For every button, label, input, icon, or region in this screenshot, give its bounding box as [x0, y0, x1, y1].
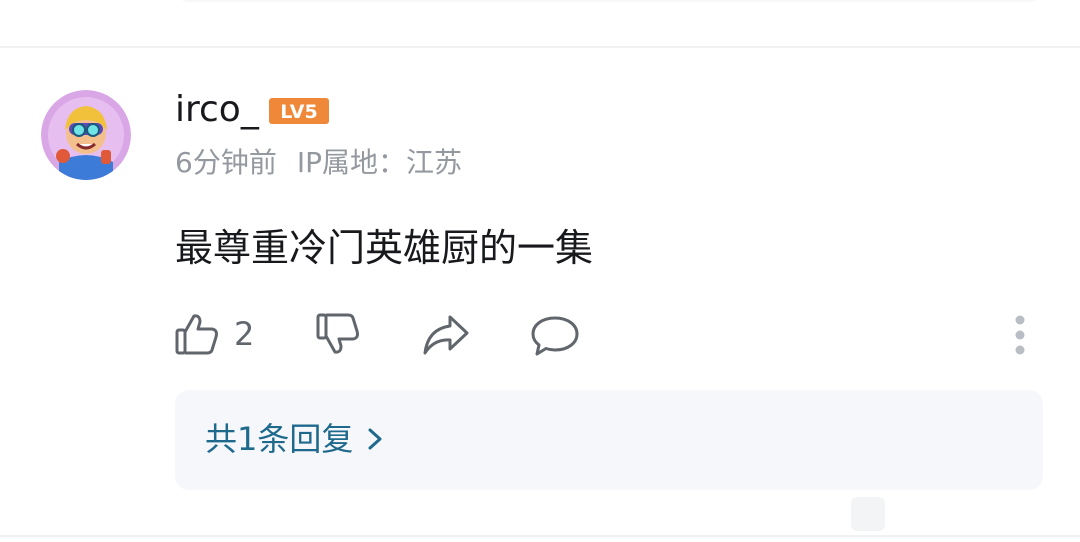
more-options-button[interactable] — [1008, 314, 1032, 358]
share-button[interactable] — [422, 313, 470, 357]
ip-location: IP属地：江苏 — [296, 146, 462, 179]
thumbs-down-icon — [316, 313, 359, 354]
previous-reply-box — [175, 0, 1043, 2]
chat-bubble-icon — [531, 316, 579, 356]
level-badge-text: LV5 — [280, 101, 317, 123]
reply-button[interactable] — [530, 314, 580, 358]
chevron-right-icon — [368, 428, 382, 450]
watermark-icon — [851, 497, 885, 531]
replies-count-text: 共1条回复 — [205, 420, 354, 458]
share-arrow-icon — [423, 315, 469, 355]
divider — [0, 535, 1080, 537]
avatar[interactable] — [41, 90, 131, 180]
like-count: 2 — [234, 315, 255, 353]
level-badge: LV5 — [268, 97, 330, 125]
replies-panel: 共1条回复 — [175, 390, 1043, 490]
comment-text: 最尊重冷门英雄厨的一集 — [175, 226, 594, 270]
timestamp: 6分钟前 — [175, 146, 277, 179]
comment-meta: 6分钟前 IP属地：江苏 — [175, 145, 462, 181]
divider — [0, 46, 1080, 48]
view-replies-link[interactable]: 共1条回复 — [205, 418, 383, 460]
thumbs-up-icon — [175, 314, 218, 355]
like-button[interactable]: 2 — [174, 311, 254, 357]
username[interactable]: irco_ — [175, 88, 259, 132]
more-vertical-icon — [1015, 315, 1025, 355]
dislike-button[interactable] — [315, 311, 361, 357]
